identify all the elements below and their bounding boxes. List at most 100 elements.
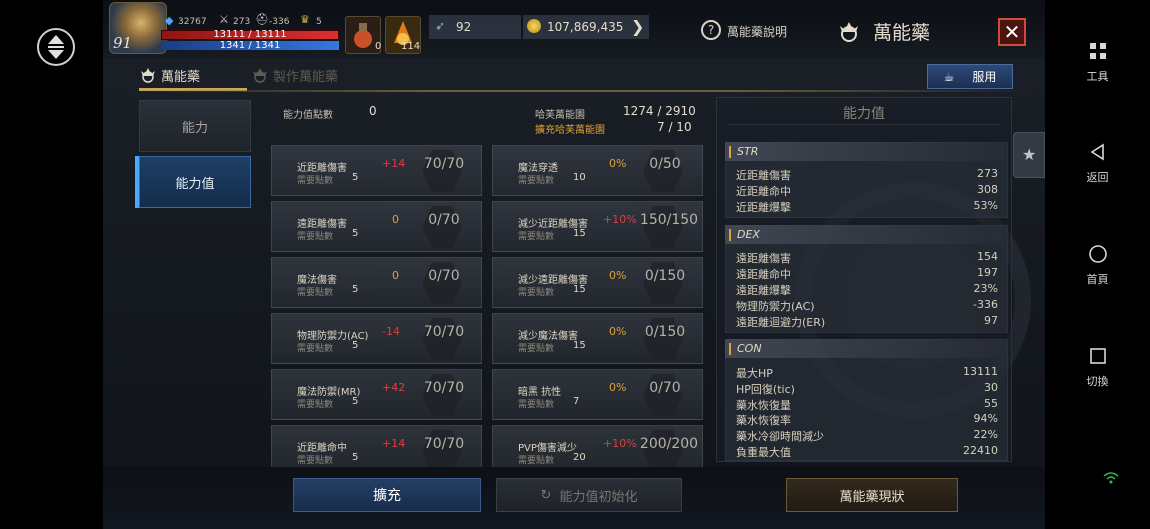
stats-panel-divider	[728, 124, 1000, 125]
nav-ability[interactable]: 能力	[139, 100, 251, 152]
points-value: 0	[369, 104, 377, 118]
gold-coin-icon	[527, 19, 541, 33]
stat-card-points: 15	[573, 228, 586, 239]
stat-card-value: 70/70	[423, 436, 465, 452]
tab-divider	[127, 90, 1035, 92]
stat-card-points: 7	[573, 396, 580, 407]
expand-range-value: 7 / 10	[657, 120, 692, 134]
stat-card[interactable]: 近距離命中 需要點數 5 +14 70/70	[271, 425, 482, 467]
grid-icon	[1087, 40, 1109, 62]
section-name: DEX	[737, 228, 760, 241]
mp-text: 1341 / 1341	[219, 40, 281, 51]
stat-card-req: 需要點數	[518, 232, 555, 242]
nav-stats[interactable]: 能力值	[139, 156, 251, 208]
crystal-stat-icon: ◆	[165, 14, 174, 27]
stat-card-req: 需要點數	[518, 176, 555, 186]
stat-card[interactable]: 遠距離傷害 需要點數 5 0 0/70	[271, 201, 482, 252]
expand-button[interactable]: 擴充	[293, 478, 481, 512]
stat-card-points: 5	[352, 452, 359, 463]
stat-card-points: 5	[352, 396, 359, 407]
stat-row-label: 負重最大值	[736, 446, 791, 459]
stat-card[interactable]: 減少魔法傷害 需要點數 15 0% 0/150	[492, 313, 703, 364]
section-marker	[729, 229, 731, 241]
back-label: 返回	[1086, 171, 1109, 184]
section-marker	[729, 343, 731, 355]
home-button[interactable]: 首頁	[1045, 243, 1150, 287]
reset-stats-label: 能力值初始化	[559, 489, 638, 505]
help-question-icon[interactable]: ?	[701, 20, 721, 40]
back-button[interactable]: 返回	[1045, 141, 1150, 185]
stat-card-req: 需要點數	[518, 456, 555, 466]
game-window: 91 ◆ 32767 ⚔ 273 ⛑ -336 ♛ 5 13111 / 1311…	[103, 0, 1045, 529]
expand-range-label: 擴充哈芙萬能園	[535, 125, 605, 136]
stat-card[interactable]: 魔法傷害 需要點數 5 0 0/70	[271, 257, 482, 308]
reset-stats-button[interactable]: ↻ 能力值初始化	[496, 478, 682, 512]
stat-card-value: 150/150	[639, 212, 699, 228]
close-button[interactable]: ✕	[998, 18, 1026, 46]
stat-card-points: 5	[352, 284, 359, 295]
stat-row-value: 53%	[973, 199, 998, 212]
help-link[interactable]: 萬能藥說明	[727, 23, 787, 40]
helmet-icon: ⛑	[255, 13, 269, 26]
tools-button[interactable]: 工具	[1045, 40, 1150, 84]
stat-card-value: 0/150	[644, 268, 686, 284]
stat-card-req: 需要點數	[297, 176, 334, 186]
stat-row: HP回復(tic) 30	[736, 381, 998, 397]
currency-expand-chevron-icon[interactable]: ❯	[631, 17, 644, 36]
use-elixir-button[interactable]: ☕ 服用	[927, 64, 1013, 89]
stat-card-bonus: -14	[382, 325, 400, 338]
stat-card-points: 5	[352, 340, 359, 351]
stat-card-req: 需要點數	[297, 344, 334, 354]
stat-row: 藥水冷卻時間減少 22%	[736, 428, 998, 444]
elixir-status-button[interactable]: 萬能藥現狀	[786, 478, 958, 512]
crystal-stat-value: 32767	[178, 17, 207, 27]
stat-row-label: 遠距離命中	[736, 268, 791, 281]
stat-card[interactable]: 物理防禦力(AC) 需要點數 5 -14 70/70	[271, 313, 482, 364]
tab-elixir[interactable]: 萬能藥	[161, 66, 200, 85]
stat-row-label: HP回復(tic)	[736, 383, 795, 396]
stat-card-req: 需要點數	[518, 288, 555, 298]
stat-row-value: 197	[977, 266, 998, 279]
stat-card-name: PVP傷害減少	[518, 443, 577, 454]
crystal-currency: ➶ 92	[429, 15, 521, 39]
stat-row: 遠距離迴避力(ER) 97	[736, 314, 998, 330]
favorite-side-button[interactable]: ★	[1013, 132, 1045, 178]
stat-card-name: 魔法防禦(MR)	[297, 387, 361, 398]
stat-card[interactable]: 減少遠距離傷害 需要點數 15 0% 0/150	[492, 257, 703, 308]
switch-button[interactable]: 切換	[1045, 345, 1150, 389]
window-title: 萬能藥	[873, 22, 931, 44]
stat-row-label: 近距離爆擊	[736, 201, 791, 214]
stat-card[interactable]: 近距離傷害 需要點數 5 +14 70/70	[271, 145, 482, 196]
stats-panel-title: 能力值	[843, 106, 885, 122]
section-marker	[729, 146, 731, 158]
attack-stat-value: 273	[233, 17, 251, 27]
stat-card[interactable]: 減少近距離傷害 需要點數 15 +10% 150/150	[492, 201, 703, 252]
stat-card-req: 需要點數	[518, 400, 555, 410]
stat-row-value: 308	[977, 183, 998, 196]
stat-row: 近距離命中 308	[736, 183, 998, 199]
stat-row-value: 94%	[973, 412, 998, 425]
stat-card-points: 15	[573, 284, 586, 295]
stat-row-value: 97	[984, 314, 998, 327]
stat-card[interactable]: 暗黑 抗性 需要點數 7 0% 0/70	[492, 369, 703, 420]
stat-card[interactable]: 魔法穿透 需要點數 10 0% 0/50	[492, 145, 703, 196]
recent-apps-square-icon	[1087, 345, 1109, 367]
stat-row-label: 物理防禦力(AC)	[736, 300, 815, 313]
stat-card-req: 需要點數	[518, 344, 555, 354]
home-circle-icon	[1087, 243, 1109, 265]
stat-card[interactable]: 魔法防禦(MR) 需要點數 5 +42 70/70	[271, 369, 482, 420]
stat-card-name: 近距離命中	[297, 443, 347, 454]
stat-row-label: 遠距離傷害	[736, 252, 791, 265]
stat-card-req: 需要點數	[297, 232, 334, 242]
points-label: 能力值點數	[283, 110, 333, 121]
tab-craft-elixir[interactable]: 製作萬能藥	[273, 66, 338, 85]
switch-label: 切換	[1086, 375, 1109, 388]
assistive-touch-button[interactable]	[37, 28, 75, 66]
stat-card[interactable]: PVP傷害減少 需要點數 20 +10% 200/200	[492, 425, 703, 467]
str-section-header	[725, 142, 1008, 161]
stat-row-value: 23%	[973, 282, 998, 295]
crystal-amount: 92	[456, 20, 472, 34]
stat-card-value: 0/70	[428, 268, 460, 284]
stat-card-points: 5	[352, 228, 359, 239]
use-elixir-label: 服用	[972, 70, 997, 84]
